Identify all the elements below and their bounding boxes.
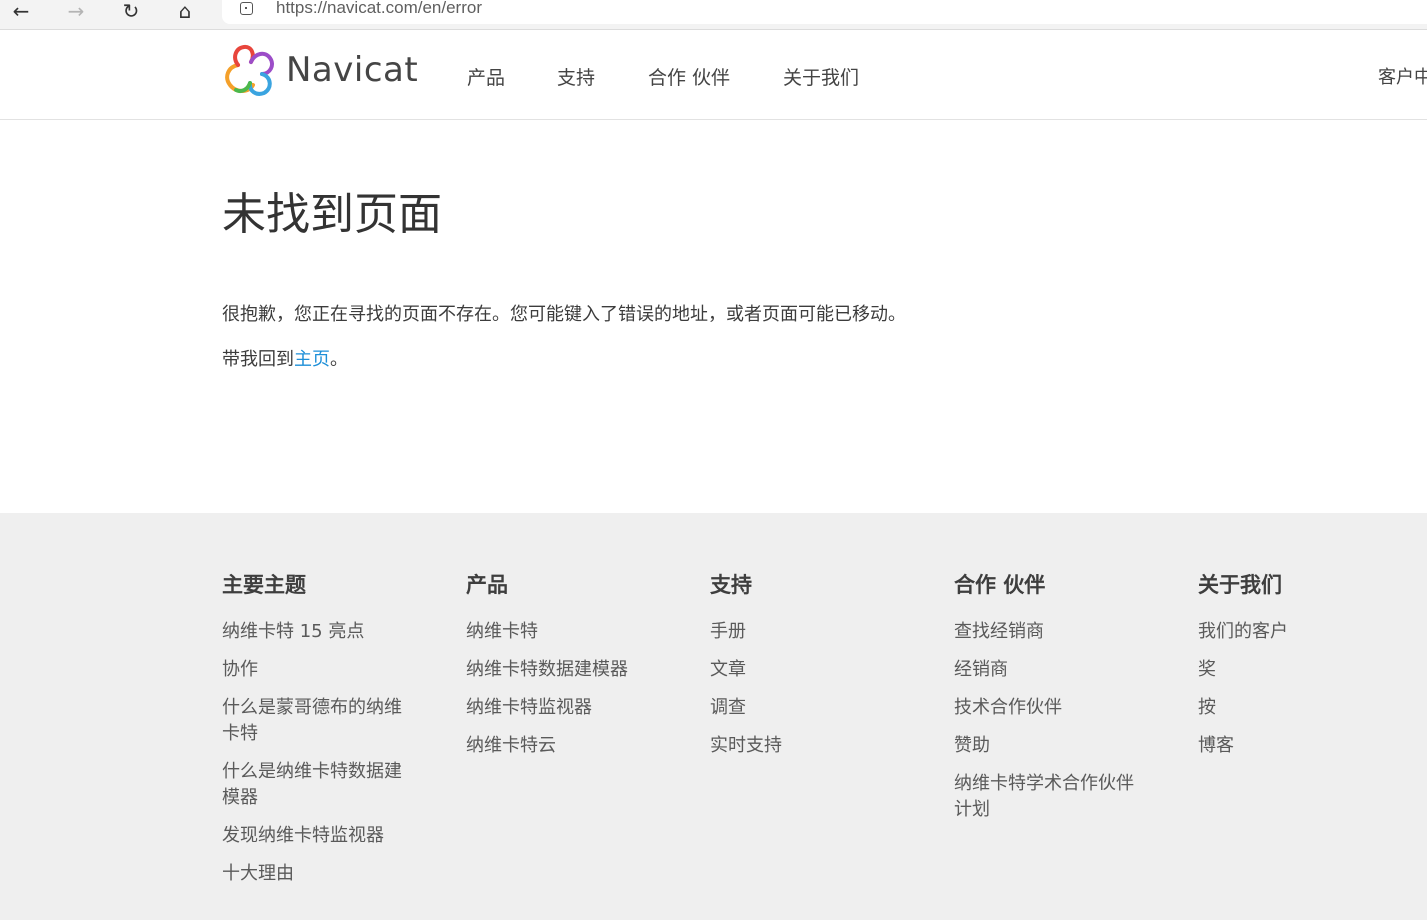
footer-link[interactable]: 实时支持: [710, 733, 910, 759]
logo-text: Navicat: [286, 50, 419, 90]
footer-link[interactable]: 技术合作伙伴: [954, 695, 1154, 721]
back-home-prefix: 带我回到: [222, 349, 294, 370]
nav-item-products[interactable]: 产品: [467, 63, 505, 90]
footer-column-topics: 主要主题 纳维卡特 15 亮点 协作 什么是蒙哥德布的纳维卡特 什么是纳维卡特数…: [222, 571, 422, 899]
footer-heading: 支持: [710, 573, 752, 597]
footer-link[interactable]: 十大理由: [222, 861, 412, 887]
back-arrow-icon[interactable]: ←: [6, 0, 36, 22]
footer-link[interactable]: 奖: [1198, 657, 1398, 683]
footer-link[interactable]: 按: [1198, 695, 1398, 721]
footer-link[interactable]: 纳维卡特云: [466, 733, 666, 759]
footer-column-products: 产品 纳维卡特 纳维卡特数据建模器 纳维卡特监视器 纳维卡特云: [466, 571, 666, 771]
site-info-icon[interactable]: [240, 2, 253, 15]
footer-link-list: 我们的客户 奖 按 博客: [1198, 619, 1398, 759]
footer-column-about: 关于我们 我们的客户 奖 按 博客: [1198, 571, 1398, 771]
navicat-logo[interactable]: Navicat: [222, 43, 418, 97]
footer-link[interactable]: 我们的客户: [1198, 619, 1398, 645]
footer-link[interactable]: 博客: [1198, 733, 1398, 759]
footer-link[interactable]: 纳维卡特监视器: [466, 695, 666, 721]
footer-link[interactable]: 纳维卡特数据建模器: [466, 657, 666, 683]
footer-heading: 合作 伙伴: [954, 573, 1046, 597]
error-message: 很抱歉，您正在寻找的页面不存在。您可能键入了错误的地址，或者页面可能已移动。: [222, 304, 906, 325]
site-header: Navicat 产品 支持 合作 伙伴 关于我们 客户中: [0, 31, 1427, 120]
reload-icon[interactable]: ↻: [116, 0, 146, 22]
footer-link[interactable]: 经销商: [954, 657, 1154, 683]
footer-link-list: 纳维卡特 纳维卡特数据建模器 纳维卡特监视器 纳维卡特云: [466, 619, 666, 759]
customer-center-link[interactable]: 客户中: [1378, 63, 1427, 89]
footer-link-list: 纳维卡特 15 亮点 协作 什么是蒙哥德布的纳维卡特 什么是纳维卡特数据建模器 …: [222, 619, 422, 887]
footer-heading: 主要主题: [222, 573, 306, 597]
back-home-suffix: 。: [330, 349, 348, 370]
nav-item-support[interactable]: 支持: [557, 63, 595, 90]
footer-link[interactable]: 纳维卡特 15 亮点: [222, 619, 412, 645]
footer-link[interactable]: 查找经销商: [954, 619, 1154, 645]
nav-item-partners[interactable]: 合作 伙伴: [648, 63, 730, 90]
page-title: 未找到页面: [222, 189, 442, 240]
home-icon[interactable]: ⌂: [170, 0, 200, 22]
footer-link-list: 手册 文章 调查 实时支持: [710, 619, 910, 759]
footer-link[interactable]: 发现纳维卡特监视器: [222, 823, 412, 849]
footer-link[interactable]: 调查: [710, 695, 910, 721]
back-home-text: 带我回到主页。: [222, 345, 348, 371]
footer-heading: 关于我们: [1198, 573, 1282, 597]
footer-link[interactable]: 文章: [710, 657, 910, 683]
address-bar[interactable]: https://navicat.com/en/error: [222, 0, 1427, 24]
nav-item-about[interactable]: 关于我们: [783, 63, 859, 90]
footer-link[interactable]: 协作: [222, 657, 412, 683]
browser-toolbar: ← → ↻ ⌂ https://navicat.com/en/error: [0, 0, 1427, 30]
footer-link[interactable]: 什么是纳维卡特数据建模器: [222, 759, 412, 811]
forward-arrow-icon[interactable]: →: [61, 0, 91, 22]
site-footer: 主要主题 纳维卡特 15 亮点 协作 什么是蒙哥德布的纳维卡特 什么是纳维卡特数…: [0, 513, 1427, 920]
footer-heading: 产品: [466, 573, 508, 597]
footer-link[interactable]: 什么是蒙哥德布的纳维卡特: [222, 695, 412, 747]
home-link[interactable]: 主页: [294, 349, 330, 370]
url-text[interactable]: https://navicat.com/en/error: [276, 0, 482, 18]
navicat-logo-icon: [225, 44, 274, 96]
footer-column-partners: 合作 伙伴 查找经销商 经销商 技术合作伙伴 赞助 纳维卡特学术合作伙伴计划: [954, 571, 1154, 835]
footer-link[interactable]: 赞助: [954, 733, 1154, 759]
footer-link[interactable]: 手册: [710, 619, 910, 645]
footer-link-list: 查找经销商 经销商 技术合作伙伴 赞助 纳维卡特学术合作伙伴计划: [954, 619, 1154, 823]
footer-link[interactable]: 纳维卡特学术合作伙伴计划: [954, 771, 1144, 823]
footer-link[interactable]: 纳维卡特: [466, 619, 666, 645]
footer-column-support: 支持 手册 文章 调查 实时支持: [710, 571, 910, 771]
